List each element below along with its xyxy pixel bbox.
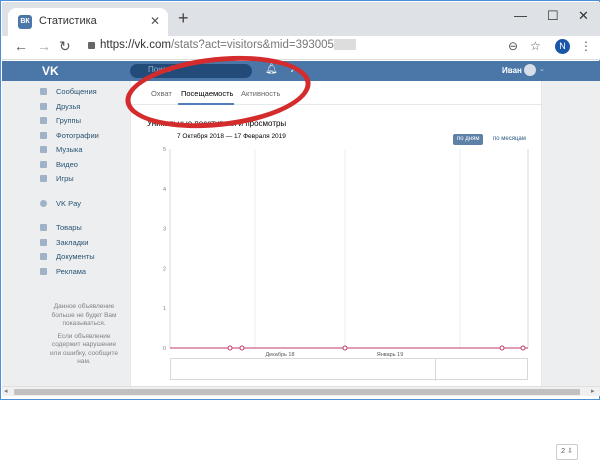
tab-close-icon[interactable]: ✕	[150, 14, 160, 28]
sidebar-item-games[interactable]: Игры	[40, 172, 130, 187]
scroll-right-icon[interactable]: ▸	[591, 387, 595, 395]
forward-arrow-icon[interactable]: →	[37, 38, 51, 54]
scroll-left-icon[interactable]: ◂	[4, 387, 8, 395]
menu-dots-icon[interactable]: ⋮	[580, 39, 592, 53]
vk-logo[interactable]: VK	[42, 64, 59, 78]
reload-icon[interactable]: ↻	[59, 38, 71, 55]
left-sidebar: Сообщения Друзья Группы Фотографии Музык…	[40, 85, 130, 279]
user-avatar[interactable]	[524, 64, 536, 76]
y-tick-label: 2	[163, 266, 166, 272]
friends-icon	[40, 102, 47, 110]
zoom-icon[interactable]: ⊖	[508, 39, 518, 53]
sidebar-item-documents[interactable]: Документы	[40, 250, 130, 265]
tab-title: Статистика	[39, 15, 97, 27]
vkpay-icon	[40, 199, 47, 207]
new-tab-button[interactable]: +	[178, 9, 189, 27]
browser-tab[interactable]: ВК Статистика ✕	[8, 8, 168, 36]
data-point	[342, 345, 348, 351]
sidebar-item-goods[interactable]: Товары	[40, 221, 130, 236]
y-tick-label: 5	[163, 147, 166, 153]
browser-window: ВК Статистика ✕ + — ☐ ✕ ← → ↻ https://vk…	[0, 0, 600, 460]
address-bar[interactable]: https://vk.com/stats?act=visitors&mid=39…	[84, 37, 514, 57]
sidebar-item-groups[interactable]: Группы	[40, 114, 130, 129]
shopping-bag-icon	[40, 224, 47, 231]
camera-icon	[40, 131, 47, 139]
sidebar-item-video[interactable]: Видео	[40, 158, 130, 173]
music-icon	[40, 146, 47, 153]
data-point	[499, 345, 505, 351]
y-tick-label: 1	[163, 306, 166, 312]
data-point	[227, 345, 233, 351]
lock-icon	[88, 42, 95, 49]
back-arrow-icon[interactable]: ←	[14, 38, 28, 54]
document-icon	[40, 253, 47, 260]
sidebar-item-messages[interactable]: Сообщения	[40, 85, 130, 100]
profile-avatar[interactable]: N	[555, 39, 570, 54]
sidebar-item-ads[interactable]: Реклама	[40, 265, 130, 280]
sidebar-item-vkpay[interactable]: VK Pay	[40, 197, 130, 212]
y-tick-label: 0	[163, 346, 166, 352]
video-icon	[40, 160, 47, 168]
sidebar-item-photos[interactable]: Фотографии	[40, 129, 130, 144]
tab-strip: ВК Статистика ✕ + — ☐ ✕	[2, 2, 600, 36]
minimize-button[interactable]: —	[514, 8, 527, 23]
maximize-button[interactable]: ☐	[547, 8, 559, 24]
data-point	[520, 345, 526, 351]
bookmark-star-icon[interactable]: ☆	[530, 39, 541, 53]
sidebar-item-bookmarks[interactable]: Закладки	[40, 236, 130, 251]
url-text: https://vk.com/stats?act=visitors&mid=39…	[100, 39, 356, 51]
vk-favicon-icon: ВК	[18, 15, 32, 29]
data-point	[239, 345, 245, 351]
star-icon	[40, 238, 47, 246]
by-months-button[interactable]: по месяцам	[493, 136, 526, 142]
y-tick-label: 3	[163, 227, 166, 233]
gamepad-icon	[40, 175, 47, 182]
page-body: Сообщения Друзья Группы Фотографии Музык…	[2, 81, 600, 460]
horizontal-scrollbar[interactable]: ◂ ▸	[2, 386, 600, 396]
groups-icon	[40, 117, 47, 124]
messages-icon	[40, 88, 47, 95]
by-days-button[interactable]: по дням	[453, 134, 484, 145]
browser-toolbar: ← → ↻ https://vk.com/stats?act=visitors&…	[2, 36, 600, 60]
scroll-to-top-button[interactable]: 2 ⇩	[556, 444, 578, 460]
y-tick-label: 4	[163, 187, 166, 193]
sidebar-item-friends[interactable]: Друзья	[40, 100, 130, 115]
visitors-chart: 012345Декабрь 18 Январь 19	[163, 147, 529, 358]
megaphone-icon	[40, 267, 47, 275]
user-name[interactable]: Иван	[502, 66, 522, 75]
chevron-down-icon[interactable]: ⌄	[539, 65, 545, 73]
scroll-thumb[interactable]	[14, 389, 580, 395]
ad-hidden-notice: Данное объявление больше не будет Вам по…	[50, 303, 118, 365]
sidebar-item-music[interactable]: Музыка	[40, 143, 130, 158]
window-close-button[interactable]: ✕	[578, 8, 589, 24]
date-range[interactable]: 7 Октября 2018 — 17 Февраля 2019	[177, 133, 286, 140]
chart-navigator[interactable]	[170, 358, 528, 381]
